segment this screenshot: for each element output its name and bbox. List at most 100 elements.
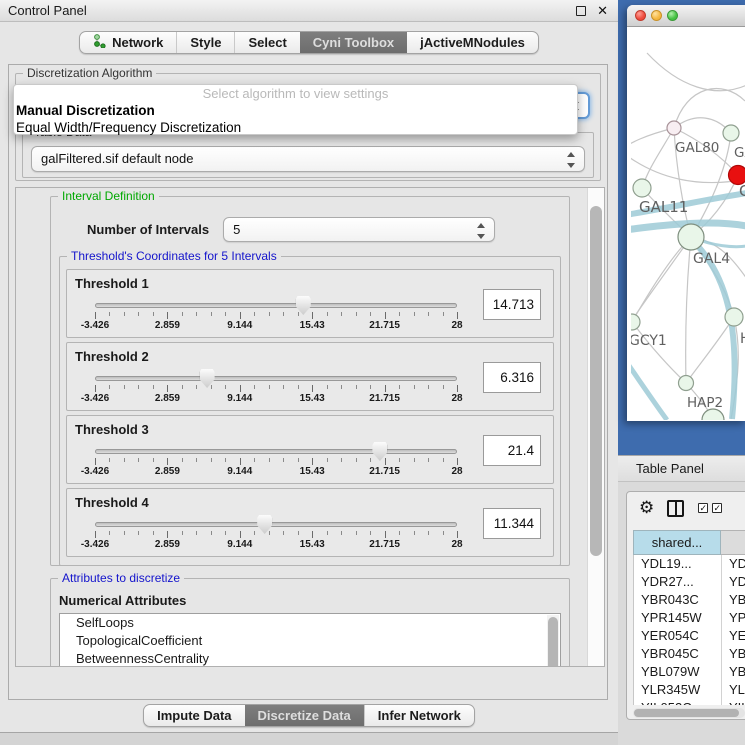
table-row[interactable]: YDL19...YDL1	[634, 555, 745, 573]
table-row[interactable]: YLR345WYLR3	[634, 681, 745, 699]
table-cell[interactable]: YDR2	[722, 573, 745, 591]
table-cell[interactable]: YER054C	[634, 627, 722, 645]
tick-label: -3.426	[81, 393, 109, 404]
table-horizontal-scrollbar[interactable]	[633, 708, 745, 718]
node-partial-top[interactable]	[723, 125, 739, 141]
threshold-slider[interactable]	[95, 303, 457, 308]
panel-scrollbar[interactable]	[587, 188, 604, 666]
network-view-window[interactable]: GAL80 GA GAL11 C GAL4 GCY1 H HAP2	[627, 5, 745, 421]
bottom-tab-bar: Impute Data Discretize Data Infer Networ…	[0, 704, 618, 727]
slider-tick-labels: -3.4262.8599.14415.4321.71528	[95, 393, 457, 405]
slider-ticks	[95, 384, 457, 392]
attribute-list-item[interactable]: SelfLoops	[60, 614, 560, 632]
table-cell[interactable]: YPR145W	[634, 609, 722, 627]
cyni-toolbox-content: Discretization Algorithm Table Data galF…	[8, 64, 608, 700]
node-right-mid[interactable]	[725, 308, 743, 326]
threshold-value-input[interactable]	[483, 289, 541, 320]
slider-tick-labels: -3.4262.8599.14415.4321.71528	[95, 320, 457, 332]
checkbox-icon[interactable]: ✓	[712, 503, 722, 513]
algorithm-option-manual[interactable]: Manual Discretization	[14, 102, 577, 119]
node-hap2[interactable]	[679, 376, 694, 391]
tab-jactivemnodules[interactable]: jActiveMNodules	[407, 32, 538, 53]
threshold-slider[interactable]	[95, 522, 457, 527]
table-row[interactable]: YPR145WYPR1	[634, 609, 745, 627]
close-icon[interactable]: ✕	[597, 6, 608, 16]
tab-impute-data[interactable]: Impute Data	[144, 705, 244, 726]
window-title: Control Panel	[8, 3, 576, 18]
tab-infer-network[interactable]: Infer Network	[364, 705, 474, 726]
table-row[interactable]: YIL052CYIL0	[634, 699, 745, 705]
table-cell[interactable]: YBR043C	[634, 591, 722, 609]
node-label-gal4: GAL4	[693, 251, 730, 267]
table-cell[interactable]: YDR27...	[634, 573, 722, 591]
attribute-list-item[interactable]: TopologicalCoefficient	[60, 632, 560, 650]
table-cell[interactable]: YLR3	[722, 681, 745, 699]
algorithm-option-equal-width[interactable]: Equal Width/Frequency Discretization	[14, 119, 577, 136]
zoom-traffic-light-icon[interactable]	[667, 10, 678, 21]
split-columns-icon[interactable]	[667, 500, 684, 517]
table-cell[interactable]: YLR345W	[634, 681, 722, 699]
node-gcy1[interactable]	[631, 314, 640, 330]
table-cell[interactable]: YIL052C	[634, 699, 722, 705]
table-cell[interactable]: YBR045C	[634, 645, 722, 663]
scrollbar-thumb[interactable]	[590, 206, 602, 556]
table-panel-header[interactable]: Table Panel	[618, 455, 745, 482]
attributes-to-discretize-group: Attributes to discretize Numerical Attri…	[50, 578, 570, 667]
tab-discretize-data[interactable]: Discretize Data	[245, 705, 364, 726]
table-cell[interactable]: YBL079W	[634, 663, 722, 681]
slider-ticks	[95, 457, 457, 465]
gear-icon[interactable]: ⚙	[639, 498, 654, 518]
tab-cyni-toolbox[interactable]: Cyni Toolbox	[300, 32, 407, 53]
node-gal4[interactable]	[678, 224, 704, 250]
number-of-intervals-label: Number of Intervals	[87, 222, 209, 237]
close-traffic-light-icon[interactable]	[635, 10, 646, 21]
table-row[interactable]: YER054CYER0	[634, 627, 745, 645]
number-of-intervals-combobox[interactable]: 5	[223, 217, 495, 242]
scrollbar-thumb[interactable]	[634, 709, 739, 717]
table-panel-body: ⚙ ✓ ✓ shared... na YDL19...YDL1YDR27...Y…	[618, 482, 745, 745]
table-cell[interactable]: YDL1	[722, 555, 745, 573]
threshold-slider[interactable]	[95, 449, 457, 454]
tick-label: 15.43	[300, 393, 325, 404]
slider-tick-labels: -3.4262.8599.14415.4321.71528	[95, 539, 457, 551]
column-header-shared-name[interactable]: shared...	[633, 530, 721, 555]
tab-network[interactable]: Network	[80, 32, 176, 53]
table-row[interactable]: YBL079WYBL0	[634, 663, 745, 681]
tab-style[interactable]: Style	[176, 32, 234, 53]
threshold-value-input[interactable]	[483, 435, 541, 466]
checkbox-icon[interactable]: ✓	[698, 503, 708, 513]
threshold-label: Threshold 1	[75, 276, 149, 291]
network-canvas[interactable]: GAL80 GA GAL11 C GAL4 GCY1 H HAP2	[631, 27, 745, 420]
table-cell[interactable]: YBL0	[722, 663, 745, 681]
list-scrollbar[interactable]	[547, 615, 559, 667]
table-cell[interactable]: YDL19...	[634, 555, 722, 573]
scrollbar-thumb[interactable]	[548, 617, 558, 667]
threshold-value-input[interactable]	[483, 508, 541, 539]
float-window-icon[interactable]	[576, 6, 586, 16]
algorithm-placeholder-option[interactable]: Select algorithm to view settings	[14, 86, 577, 102]
node-gal11[interactable]	[633, 179, 651, 197]
table-cell[interactable]: YPR1	[722, 609, 745, 627]
minimize-traffic-light-icon[interactable]	[651, 10, 662, 21]
tab-select[interactable]: Select	[234, 32, 299, 53]
threshold-slider[interactable]	[95, 376, 457, 381]
threshold-value-input[interactable]	[483, 362, 541, 393]
numerical-attributes-list[interactable]: SelfLoopsTopologicalCoefficientBetweenne…	[59, 613, 561, 667]
table-data-combobox[interactable]: galFiltered.sif default node	[31, 146, 585, 172]
table-row[interactable]: YBR043CYBR0	[634, 591, 745, 609]
table-row[interactable]: YDR27...YDR2	[634, 573, 745, 591]
node-label-gcy1: GCY1	[631, 333, 667, 349]
threshold-group: Threshold 4 -3.4262.8599.14415.4321.7152…	[66, 488, 554, 557]
table-row[interactable]: YBR045CYBR0	[634, 645, 745, 663]
attribute-list-item[interactable]: BetweennessCentrality	[60, 650, 560, 667]
node-label-partial-mid: C	[739, 182, 745, 200]
threshold-group: Threshold 2 -3.4262.8599.14415.4321.7152…	[66, 342, 554, 411]
table-cell[interactable]: YER0	[722, 627, 745, 645]
table-cell[interactable]: YIL0	[722, 699, 745, 705]
column-header-name[interactable]: na	[721, 530, 745, 555]
algorithm-dropdown-popup: Select algorithm to view settings Manual…	[13, 84, 578, 135]
threshold-group: Threshold 1 -3.4262.8599.14415.4321.7152…	[66, 269, 554, 338]
table-cell[interactable]: YBR0	[722, 645, 745, 663]
table-cell[interactable]: YBR0	[722, 591, 745, 609]
node-gal80[interactable]	[667, 121, 681, 135]
